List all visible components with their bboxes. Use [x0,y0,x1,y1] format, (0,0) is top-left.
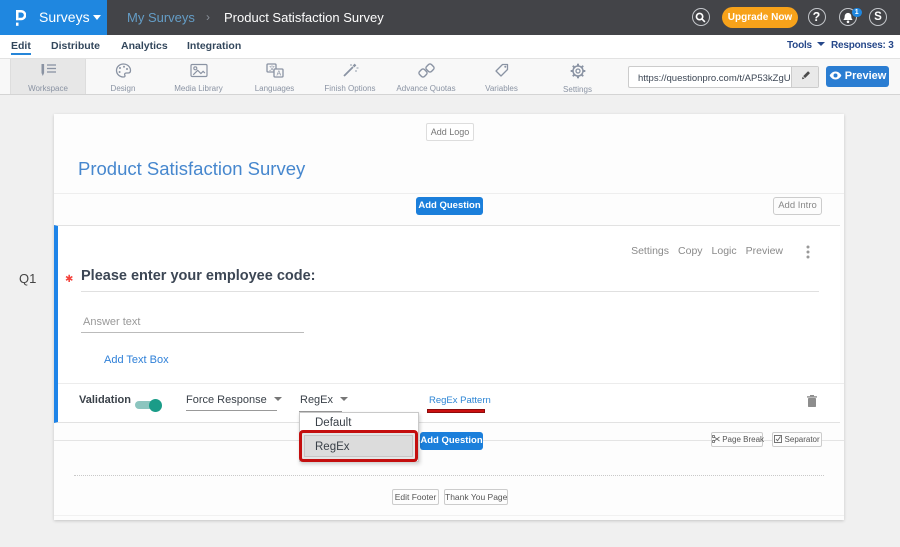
svg-text:A: A [276,71,281,78]
svg-text:文: 文 [269,65,275,73]
